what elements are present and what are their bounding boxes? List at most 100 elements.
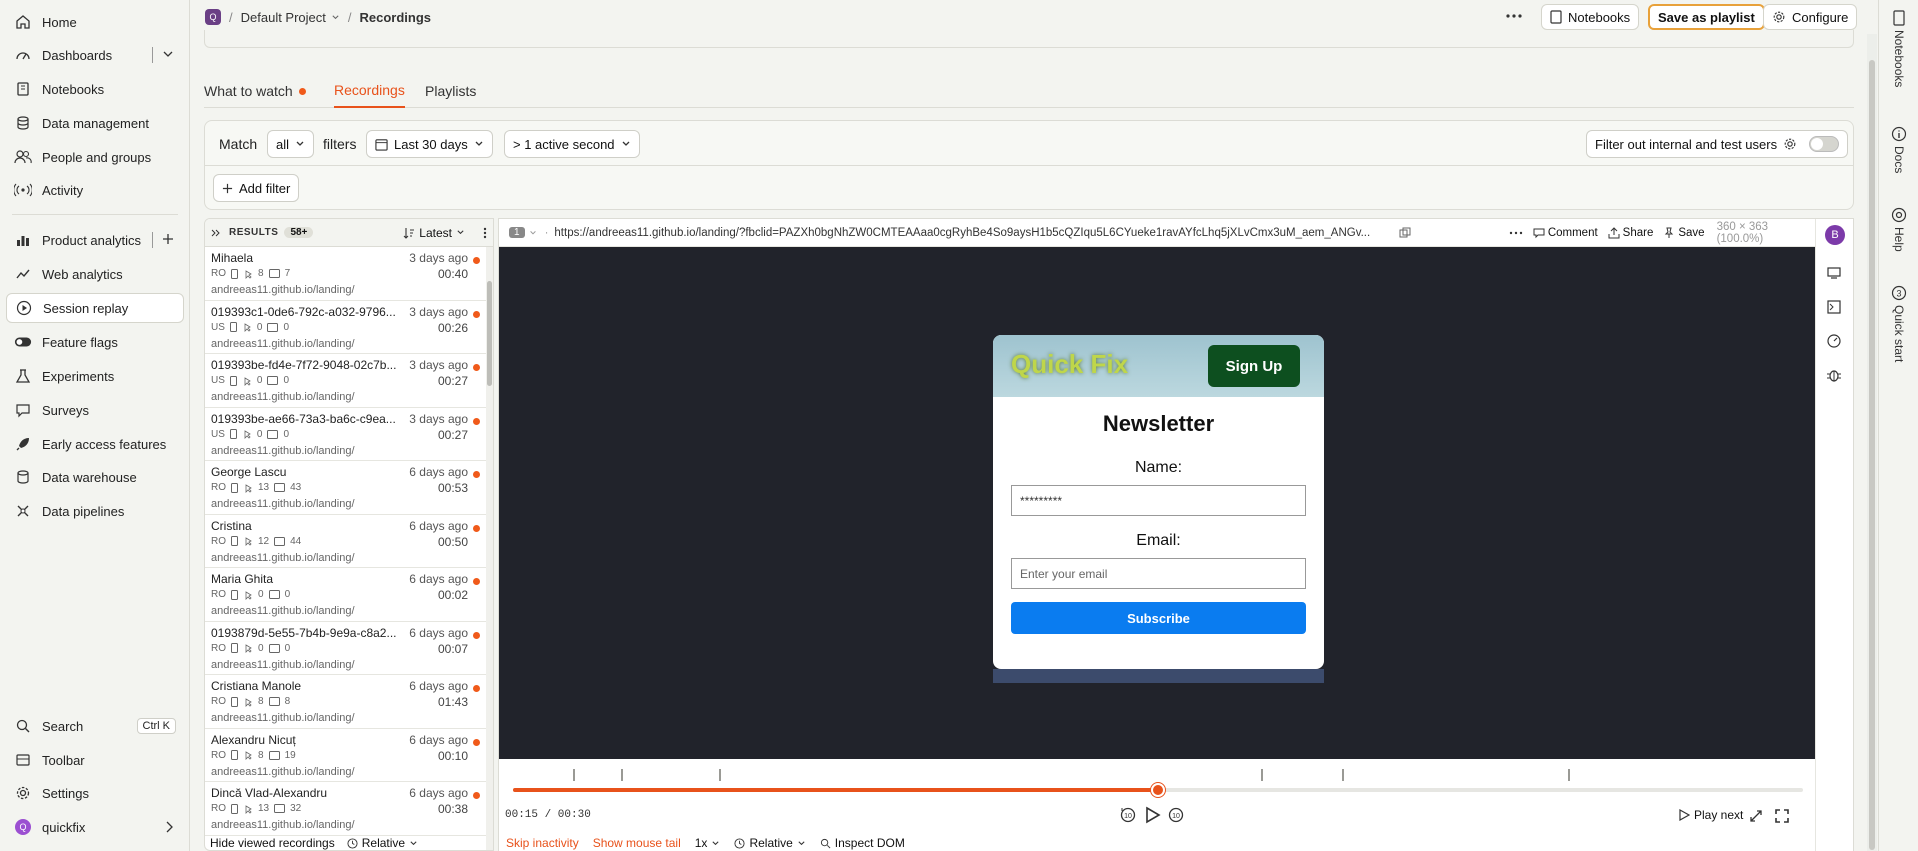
configure-button[interactable]: Configure — [1763, 4, 1858, 30]
save-button[interactable]: Save — [1663, 227, 1705, 239]
list-item[interactable]: 019393c1-0de6-792c-a032-9796... 3 days ag… — [205, 301, 488, 354]
recording-time: 6 days ago — [409, 572, 468, 586]
flask-icon — [14, 367, 32, 385]
rewind-icon[interactable]: 10 — [1119, 806, 1137, 824]
copy-icon[interactable] — [1399, 227, 1411, 239]
sidebar-item-data-pipelines[interactable]: Data pipelines — [6, 496, 184, 526]
page-scrollbar-thumb[interactable] — [1869, 60, 1875, 850]
sidebar-item-dashboards[interactable]: Dashboards — [6, 40, 184, 70]
sidebar-item-web-analytics[interactable]: Web analytics — [6, 259, 184, 289]
comment-button[interactable]: Comment — [1533, 227, 1598, 239]
seekbar-handle[interactable] — [1151, 783, 1165, 797]
sidebar-item-data-warehouse[interactable]: Data warehouse — [6, 462, 184, 492]
filter-internal-toggle[interactable] — [1809, 136, 1840, 152]
chevron-down-icon — [529, 229, 537, 237]
filter-internal-users[interactable]: Filter out internal and test users — [1586, 130, 1849, 158]
expand-icon[interactable] — [1749, 809, 1763, 823]
play-icon[interactable] — [1142, 805, 1162, 825]
window-selector[interactable]: 1 — [509, 227, 525, 238]
play-next-button[interactable]: Play next — [1679, 808, 1743, 822]
event-marker[interactable] — [621, 769, 623, 781]
sidebar-item-account[interactable]: Q quickfix — [6, 812, 184, 842]
list-item[interactable]: Dincă Vlad-Alexandru 6 days ago RO 13 32 00:3… — [205, 782, 488, 836]
keyboard-icon — [267, 376, 279, 385]
sidebar-item-data-management[interactable]: Data management — [6, 108, 184, 138]
sidebar-item-experiments[interactable]: Experiments — [6, 361, 184, 391]
sidebar-item-product-analytics[interactable]: Product analytics — [6, 225, 184, 255]
show-mouse-tail-toggle[interactable]: Show mouse tail — [593, 836, 681, 850]
tab-what-to-watch[interactable]: What to watch — [204, 74, 306, 108]
match-select[interactable]: all — [267, 130, 315, 158]
replay-viewport[interactable]: Quick Fix Sign Up Newsletter Name: *****… — [499, 247, 1817, 759]
collapse-icon[interactable] — [211, 228, 221, 238]
rail-docs[interactable]: Docs — [1879, 126, 1918, 173]
sort-select[interactable]: Latest — [403, 226, 465, 240]
add-filter-button[interactable]: Add filter — [213, 174, 300, 202]
sidebar-item-toolbar[interactable]: Toolbar — [6, 745, 184, 775]
gear-icon[interactable] — [1783, 137, 1797, 151]
notebooks-button[interactable]: Notebooks — [1541, 4, 1640, 30]
list-item[interactable]: George Lascu 6 days ago RO 13 43 00:53 andreea… — [205, 461, 488, 515]
tab-playlists[interactable]: Playlists — [425, 74, 476, 108]
bug-icon[interactable] — [1826, 367, 1844, 385]
sidebar-item-notebooks[interactable]: Notebooks — [6, 74, 184, 104]
fast-forward-icon[interactable]: 10 — [1167, 806, 1185, 824]
divider — [152, 232, 153, 248]
fullscreen-icon[interactable] — [1775, 809, 1789, 823]
event-marker[interactable] — [1568, 769, 1570, 781]
date-range-select[interactable]: Last 30 days — [366, 130, 493, 158]
list-item[interactable]: 019393be-ae66-73a3-ba6c-c9ea... 3 days ag… — [205, 408, 488, 461]
sidebar-item-session-replay[interactable]: Session replay — [6, 293, 184, 323]
list-item[interactable]: Alexandru Nicuț 6 days ago RO 8 19 00:10 andre… — [205, 729, 488, 782]
console-icon[interactable] — [1826, 299, 1844, 317]
list-item[interactable]: 0193879d-5e55-7b4b-9e9a-c8a2... 6 days ag… — [205, 622, 488, 675]
breadcrumb-project[interactable]: Default Project — [241, 10, 326, 25]
more-vertical-icon[interactable] — [483, 227, 487, 239]
rail-notebooks[interactable]: Notebooks — [1879, 10, 1918, 87]
list-item[interactable]: Mihaela 3 days ago RO 8 7 00:40 andreeas11.git… — [205, 247, 488, 301]
event-marker[interactable] — [573, 769, 575, 781]
chevron-down-icon[interactable] — [162, 46, 174, 62]
share-button[interactable]: Share — [1608, 227, 1653, 239]
skip-inactivity-toggle[interactable]: Skip inactivity — [506, 836, 579, 850]
time-mode-select[interactable]: Relative — [734, 836, 805, 850]
sidebar-item-people[interactable]: People and groups — [6, 142, 184, 172]
activity-select[interactable]: > 1 active second — [504, 130, 640, 158]
sidebar-item-search[interactable]: Search Ctrl K — [6, 711, 184, 741]
sidebar-item-early-access[interactable]: Early access features — [6, 429, 184, 459]
recording-meta: RO 8 8 — [211, 696, 290, 707]
performance-icon[interactable] — [1826, 333, 1844, 351]
click-count: 0 — [256, 375, 263, 386]
recording-time: 6 days ago — [409, 518, 468, 533]
list-scrollbar[interactable] — [486, 247, 493, 850]
speed-select[interactable]: 1x — [695, 836, 721, 850]
event-marker[interactable] — [719, 769, 721, 781]
click-count: 13 — [258, 803, 270, 814]
more-icon[interactable] — [1505, 8, 1523, 24]
event-marker[interactable] — [1342, 769, 1344, 781]
list-item[interactable]: Cristiana Manole 6 days ago RO 8 8 01:43 andre… — [205, 675, 488, 729]
more-icon[interactable] — [1509, 228, 1523, 238]
rail-quick-start[interactable]: 3 Quick start — [1879, 285, 1918, 362]
list-item[interactable]: 019393be-fd4e-7f72-9048-02c7b... 3 days a… — [205, 354, 488, 408]
list-item[interactable]: Maria Ghita 6 days ago RO 0 0 00:02 andreeas11… — [205, 568, 488, 622]
hide-viewed-button[interactable]: Hide viewed recordings — [210, 836, 335, 850]
event-marker[interactable] — [1261, 769, 1263, 781]
recording-meta: RO 13 32 — [211, 803, 301, 814]
sidebar-item-settings[interactable]: Settings — [6, 778, 184, 808]
save-as-playlist-button[interactable]: Save as playlist — [1648, 4, 1765, 30]
sidebar-item-feature-flags[interactable]: Feature flags — [6, 327, 184, 357]
inspect-dom-button[interactable]: Inspect DOM — [820, 836, 905, 850]
rail-help[interactable]: Help — [1879, 207, 1918, 252]
seekbar[interactable] — [513, 783, 1803, 797]
monitor-icon[interactable] — [1826, 265, 1844, 283]
relative-select[interactable]: Relative — [347, 836, 418, 850]
plus-icon[interactable] — [161, 232, 175, 246]
user-avatar[interactable]: B — [1825, 225, 1845, 245]
sidebar-item-home[interactable]: Home — [6, 7, 184, 37]
tab-recordings[interactable]: Recordings — [334, 74, 405, 108]
list-item[interactable]: Cristina 6 days ago RO 12 44 00:50 andreeas11.… — [205, 515, 488, 568]
sidebar-item-activity[interactable]: Activity — [6, 175, 184, 205]
list-header: RESULTS 58+ Latest — [205, 219, 493, 247]
sidebar-item-surveys[interactable]: Surveys — [6, 395, 184, 425]
